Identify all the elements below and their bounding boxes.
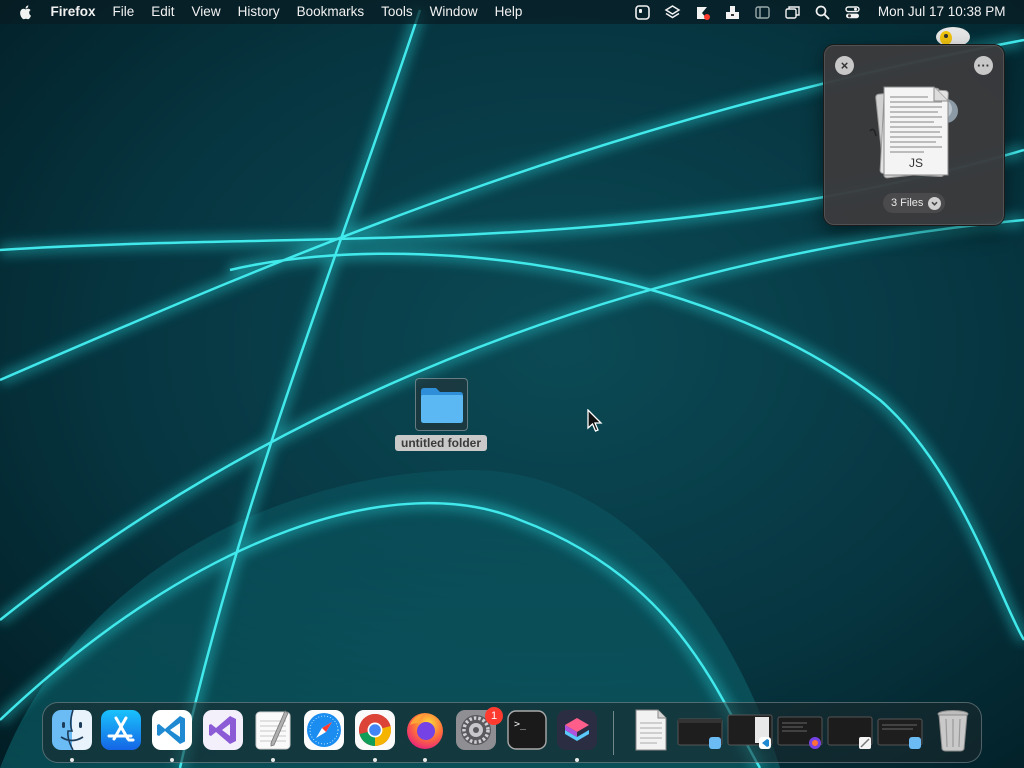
firefox-icon (407, 713, 443, 749)
menu-history[interactable]: History (229, 0, 288, 24)
folder-icon (421, 388, 463, 423)
dock: 1 >_ (42, 702, 982, 763)
dock-chrome[interactable] (354, 709, 396, 751)
shortcuts-icon (557, 710, 597, 750)
trash-icon[interactable] (935, 707, 971, 753)
archive-icon[interactable] (718, 0, 748, 24)
finder-icon (52, 709, 92, 751)
windows-icon[interactable] (778, 0, 808, 24)
terminal-icon: >_ (507, 710, 547, 750)
menu-bookmarks[interactable]: Bookmarks (288, 0, 373, 24)
dock-separator (613, 711, 614, 755)
menu-bar: Firefox File Edit View History Bookmarks… (0, 0, 1024, 24)
folder-selection-box (415, 378, 468, 431)
app-store-icon (101, 710, 141, 750)
menu-view[interactable]: View (183, 0, 229, 24)
document-icon[interactable] (633, 707, 669, 753)
firefox-window-thumbnail[interactable] (777, 713, 823, 751)
running-indicator (170, 758, 174, 762)
running-indicator (423, 758, 427, 762)
tray-app-icon (936, 27, 970, 46)
dock-terminal[interactable]: >_ (506, 709, 548, 751)
running-indicator (271, 758, 275, 762)
menu-clock[interactable]: Mon Jul 17 10:38 PM (868, 0, 1014, 24)
dock-shortcuts[interactable] (556, 709, 598, 751)
file-drop-panel: × ··· JS 3 Files (823, 44, 1005, 226)
menu-bar-right: Mon Jul 17 10:38 PM (628, 0, 1014, 24)
dock-textedit[interactable] (252, 709, 294, 751)
menu-bar-left: Firefox File Edit View History Bookmarks… (18, 0, 531, 24)
menu-file[interactable]: File (104, 0, 143, 24)
menu-help[interactable]: Help (486, 0, 531, 24)
sidebar-icon[interactable] (748, 0, 778, 24)
close-icon[interactable]: × (835, 56, 854, 75)
files-count-label: 3 Files (891, 197, 924, 209)
desktop-folder[interactable]: untitled folder (394, 378, 488, 452)
notification-badge: 1 (485, 707, 503, 725)
more-icon[interactable]: ··· (974, 56, 993, 75)
files-count-button[interactable]: 3 Files (883, 193, 946, 213)
menu-window[interactable]: Window (421, 0, 486, 24)
control-center-icon[interactable] (838, 0, 868, 24)
visual-studio-icon (203, 710, 243, 750)
menu-tools[interactable]: Tools (373, 0, 422, 24)
menu-app-name[interactable]: Firefox (42, 0, 104, 24)
layers-icon[interactable] (658, 0, 688, 24)
spotlight-icon[interactable] (808, 0, 838, 24)
chrome-icon (355, 710, 395, 750)
vscode-icon (152, 710, 192, 750)
dock-app-store[interactable] (100, 709, 142, 751)
dock-vscode[interactable] (151, 709, 193, 751)
dock-visual-studio[interactable] (202, 709, 244, 751)
menu-edit[interactable]: Edit (143, 0, 183, 24)
finder-window-thumbnail[interactable] (677, 713, 723, 751)
tracker-icon[interactable] (688, 0, 718, 24)
running-indicator (373, 758, 377, 762)
running-indicator (70, 758, 74, 762)
file-type-badge: JS (909, 156, 923, 170)
apple-icon[interactable] (18, 4, 34, 20)
vscode-window-thumbnail[interactable] (727, 713, 773, 751)
dock-firefox[interactable] (404, 709, 446, 751)
dock-finder[interactable] (51, 709, 93, 751)
mouse-cursor-icon (587, 409, 603, 432)
finder-window-thumbnail-2[interactable] (877, 713, 923, 751)
folder-label[interactable]: untitled folder (395, 435, 487, 451)
screen-icon[interactable] (628, 0, 658, 24)
textedit-window-thumbnail[interactable] (827, 713, 873, 751)
file-stack-icon[interactable]: JS (864, 81, 960, 181)
chevron-down-icon (928, 196, 942, 210)
safari-icon (304, 710, 344, 750)
dock-safari[interactable] (303, 709, 345, 751)
running-indicator (575, 758, 579, 762)
textedit-icon (255, 710, 291, 750)
terminal-prompt: >_ (514, 719, 527, 730)
